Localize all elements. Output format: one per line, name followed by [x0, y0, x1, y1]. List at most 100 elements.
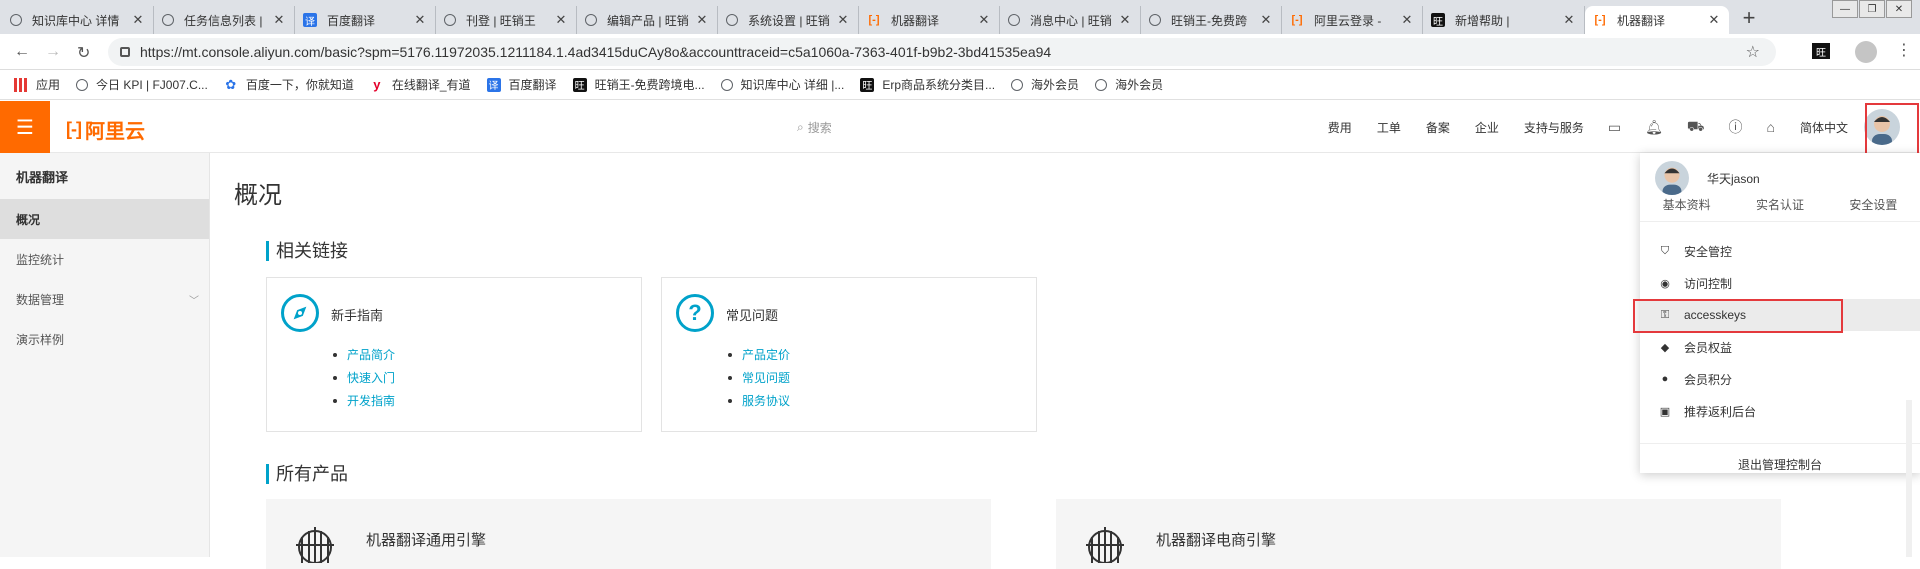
close-icon[interactable]: ✕ — [554, 12, 568, 28]
highlight-box — [1633, 299, 1843, 333]
close-icon[interactable]: ✕ — [131, 12, 145, 28]
menu-item-member-benefits[interactable]: ◆ 会员权益 — [1640, 331, 1920, 363]
bookmark-item[interactable]: 海外会员 — [1011, 76, 1079, 93]
browser-tab[interactable]: 译百度翻译 ✕ — [295, 6, 436, 34]
scrollbar[interactable] — [1906, 400, 1912, 557]
browser-tab-active[interactable]: [-] 机器翻译 ✕ — [1585, 6, 1729, 34]
baidu-translate-icon: 译 — [303, 13, 317, 28]
close-icon[interactable]: ✕ — [695, 12, 709, 28]
close-icon[interactable]: ✕ — [977, 12, 991, 28]
product-card-ecommerce[interactable]: 机器翻译电商引擎 — [1056, 499, 1781, 569]
link-security-settings[interactable]: 安全设置 — [1845, 196, 1901, 213]
browser-tab[interactable]: 编辑产品 | 旺销 ✕ — [577, 6, 718, 34]
browser-tab[interactable]: 消息中心 | 旺销 ✕ — [1000, 6, 1141, 34]
nav-support[interactable]: 支持与服务 — [1524, 119, 1584, 136]
maximize-icon[interactable]: ❐ — [1859, 0, 1885, 18]
engine-icon — [1086, 527, 1124, 563]
wangxiao-extension-icon[interactable]: 旺 — [1812, 43, 1830, 59]
close-icon[interactable]: ✕ — [1886, 0, 1912, 18]
new-tab-button[interactable]: + — [1735, 5, 1763, 30]
menu-item-referral[interactable]: ▣ 推荐返利后台 — [1640, 395, 1920, 427]
bookmark-label: 应用 — [36, 78, 61, 92]
browser-tab[interactable]: 知识库中心 详情 ✕ — [2, 6, 154, 34]
browser-tab[interactable]: 系统设置 | 旺销 ✕ — [718, 6, 859, 34]
kebab-menu-icon[interactable]: ⋮ — [1896, 40, 1912, 60]
nav-icp-filing[interactable]: 备案 — [1426, 119, 1450, 136]
nav-billing[interactable]: 费用 — [1328, 119, 1352, 136]
browser-tab[interactable]: 刊登 | 旺销王 ✕ — [436, 6, 577, 34]
close-icon[interactable]: ✕ — [836, 12, 850, 28]
browser-tab[interactable]: 任务信息列表 | ✕ — [154, 6, 295, 34]
sidebar-item-overview[interactable]: 概况 — [0, 199, 209, 239]
globe-icon — [1149, 14, 1161, 26]
reload-icon[interactable]: ↻ — [77, 43, 90, 63]
logout-button[interactable]: 退出管理控制台 — [1640, 443, 1920, 473]
back-arrow-icon[interactable]: ← — [14, 43, 30, 61]
aliyun-logo[interactable]: [-] 阿里云 — [66, 115, 145, 144]
terminal-icon[interactable]: ▭ — [1608, 119, 1621, 136]
hamburger-menu-icon[interactable]: ☰ — [0, 101, 50, 153]
home-icon[interactable]: ⌂ — [1767, 119, 1775, 135]
forward-arrow-icon[interactable]: → — [45, 43, 61, 61]
link-real-name-auth[interactable]: 实名认证 — [1752, 196, 1808, 213]
url-text[interactable]: https://mt.console.aliyun.com/basic?spm=… — [140, 44, 1051, 60]
link-product-intro[interactable]: 产品简介 — [333, 343, 395, 366]
bell-icon[interactable]: 🔔︎ — [1645, 119, 1663, 136]
bookmark-item[interactable]: ✿ 百度一下，你就知道 — [224, 76, 353, 93]
cart-icon[interactable]: ⛟ — [1687, 118, 1705, 137]
bookmark-item[interactable]: 今日 KPI | FJ007.C... — [76, 76, 208, 93]
tab-title: 阿里云登录 - — [1314, 13, 1382, 28]
close-icon[interactable]: ✕ — [1259, 12, 1273, 28]
close-icon[interactable]: ✕ — [1562, 12, 1576, 28]
user-circle-icon: ◉ — [1660, 277, 1670, 290]
bookmark-item[interactable]: 应用 — [14, 76, 60, 93]
browser-tab[interactable]: [-] 机器翻译 ✕ — [859, 6, 1000, 34]
search-box[interactable]: ⌕ 搜索 — [797, 119, 832, 136]
close-icon[interactable]: ✕ — [1118, 12, 1132, 28]
link-dev-guide[interactable]: 开发指南 — [333, 389, 395, 412]
question-icon: ? — [676, 294, 714, 332]
bookmark-item[interactable]: y 在线翻译_有道 — [370, 76, 470, 93]
menu-item-member-points[interactable]: ● 会员积分 — [1640, 363, 1920, 395]
menu-item-access-control[interactable]: ◉ 访问控制 — [1640, 267, 1920, 299]
search-placeholder: 搜索 — [807, 121, 832, 135]
bookmark-item[interactable]: 旺旺销王-免费跨境电... — [572, 76, 705, 93]
help-icon[interactable]: ⓘ — [1729, 117, 1743, 137]
console-header: ☰ [-] 阿里云 ⌕ 搜索 费用 工单 备案 企业 支持与服务 ▭ 🔔︎ ⛟ … — [0, 101, 1920, 153]
sidebar-item-demo[interactable]: 演示样例 — [0, 319, 209, 359]
bookmark-item[interactable]: 译百度翻译 — [486, 76, 557, 93]
url-field[interactable]: https://mt.console.aliyun.com/basic?spm=… — [108, 38, 1776, 66]
tab-title: 旺销王-免费跨 — [1171, 13, 1247, 28]
link-basic-info[interactable]: 基本资料 — [1659, 196, 1715, 213]
nav-tickets[interactable]: 工单 — [1377, 119, 1401, 136]
profile-icon[interactable] — [1855, 41, 1877, 63]
main-content: 概况 相关链接 新手指南 产品简介 快速入门 开发指南 ? 常见问题 产品定价 … — [210, 153, 1781, 569]
close-icon[interactable]: ✕ — [272, 12, 286, 28]
sidebar-item-label: 演示样例 — [16, 332, 65, 347]
minimize-icon[interactable]: — — [1832, 0, 1858, 18]
bookmark-item[interactable]: 海外会员 — [1095, 76, 1163, 93]
link-pricing[interactable]: 产品定价 — [728, 343, 790, 366]
close-icon[interactable]: ✕ — [413, 12, 427, 28]
browser-tab[interactable]: 旺新增帮助 | ✕ — [1423, 6, 1585, 34]
apps-grid-icon — [14, 77, 28, 92]
browser-tab[interactable]: [-] 阿里云登录 - ✕ — [1282, 6, 1423, 34]
wangxiao-icon: 旺 — [1431, 13, 1445, 28]
link-faq[interactable]: 常见问题 — [728, 366, 790, 389]
close-icon[interactable]: ✕ — [1707, 12, 1721, 28]
baidu-paw-icon: ✿ — [225, 76, 237, 92]
nav-enterprise[interactable]: 企业 — [1475, 119, 1499, 136]
link-service-agreement[interactable]: 服务协议 — [728, 389, 790, 412]
bookmark-item[interactable]: 知识库中心 详细 |... — [720, 76, 844, 93]
sidebar-item-data-management[interactable]: 数据管理 ﹀ — [0, 279, 209, 319]
close-icon[interactable]: ✕ — [1400, 12, 1414, 28]
product-card-general[interactable]: 机器翻译通用引擎 — [266, 499, 991, 569]
language-switch[interactable]: 简体中文 — [1800, 119, 1848, 136]
sidebar-item-monitoring[interactable]: 监控统计 — [0, 239, 209, 279]
bookmark-item[interactable]: 旺 Erp商品系统分类目... — [860, 76, 995, 93]
link-quick-start[interactable]: 快速入门 — [333, 366, 395, 389]
menu-item-security-control[interactable]: ⛉ 安全管控 — [1640, 235, 1920, 267]
bookmark-star-icon[interactable]: ☆ — [1746, 42, 1760, 62]
globe-icon — [726, 14, 738, 26]
browser-tab[interactable]: 旺销王-免费跨 ✕ — [1141, 6, 1282, 34]
